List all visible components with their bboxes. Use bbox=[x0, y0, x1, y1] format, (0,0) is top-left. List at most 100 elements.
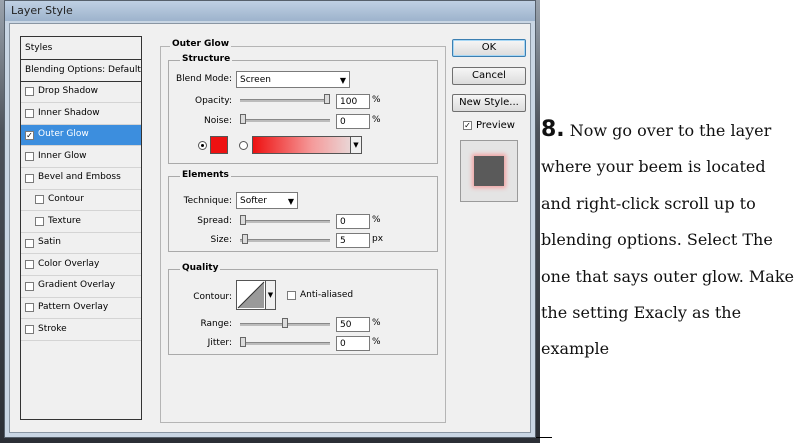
anti-aliased-checkbox[interactable] bbox=[287, 291, 296, 300]
cancel-button[interactable]: Cancel bbox=[452, 67, 526, 85]
range-input[interactable]: 50 bbox=[336, 317, 370, 332]
step-text: Now go over to the layer where your beem… bbox=[541, 121, 794, 359]
jitter-label: Jitter: bbox=[207, 338, 232, 348]
color-radio[interactable] bbox=[198, 141, 207, 150]
style-item-checkbox[interactable] bbox=[25, 173, 34, 183]
instruction-caption: 8. Now go over to the layer where your b… bbox=[541, 112, 799, 368]
spread-input[interactable]: 0 bbox=[336, 214, 370, 229]
style-item[interactable]: Blending Options: Default bbox=[21, 60, 141, 82]
styles-list: Styles Blending Options: Default Drop Sha… bbox=[20, 36, 142, 420]
style-item[interactable]: Stroke bbox=[21, 319, 141, 341]
style-item[interactable]: Inner Shadow bbox=[21, 103, 141, 125]
gradient-picker[interactable]: ▼ bbox=[252, 136, 362, 154]
divider-line bbox=[536, 437, 552, 438]
outer-glow-title: Outer Glow bbox=[170, 39, 232, 49]
opacity-input[interactable]: 100 bbox=[336, 94, 370, 109]
jitter-unit: % bbox=[372, 337, 381, 347]
preview-label: Preview bbox=[476, 120, 515, 131]
dialog-body: Styles Blending Options: Default Drop Sha… bbox=[9, 23, 531, 433]
jitter-input[interactable]: 0 bbox=[336, 336, 370, 351]
layer-style-dialog: Layer Style Styles Blending Options: Def… bbox=[4, 0, 536, 438]
dialog-title: Layer Style bbox=[5, 1, 535, 21]
noise-slider[interactable] bbox=[240, 114, 330, 124]
style-item[interactable]: Contour bbox=[21, 190, 141, 212]
noise-unit: % bbox=[372, 115, 381, 125]
size-slider[interactable] bbox=[240, 234, 330, 244]
style-item-checkbox[interactable] bbox=[25, 238, 34, 248]
range-unit: % bbox=[372, 318, 381, 328]
spread-label: Spread: bbox=[197, 216, 232, 226]
style-item[interactable]: Gradient Overlay bbox=[21, 276, 141, 298]
opacity-unit: % bbox=[372, 95, 381, 105]
anti-aliased-label: Anti-aliased bbox=[300, 290, 354, 300]
size-input[interactable]: 5 bbox=[336, 233, 370, 248]
chevron-down-icon: ▼ bbox=[287, 197, 294, 206]
style-item[interactable]: Color Overlay bbox=[21, 254, 141, 276]
style-item-checkbox[interactable] bbox=[25, 324, 34, 334]
quality-title: Quality bbox=[180, 263, 221, 273]
jitter-slider[interactable] bbox=[240, 337, 330, 347]
style-item-label: Bevel and Emboss bbox=[38, 172, 121, 183]
style-item-label: Stroke bbox=[38, 323, 67, 334]
range-slider[interactable] bbox=[240, 318, 330, 328]
style-item[interactable]: Bevel and Emboss bbox=[21, 168, 141, 190]
style-item-checkbox[interactable]: ✓ bbox=[25, 130, 34, 140]
style-item-checkbox[interactable] bbox=[25, 281, 34, 291]
style-item-checkbox[interactable] bbox=[25, 260, 34, 270]
range-slider-thumb[interactable] bbox=[282, 318, 288, 328]
style-item[interactable]: Texture bbox=[21, 211, 141, 233]
ok-button[interactable]: OK bbox=[452, 39, 526, 57]
style-item-checkbox[interactable] bbox=[25, 87, 34, 97]
noise-input[interactable]: 0 bbox=[336, 114, 370, 129]
style-item[interactable]: Inner Glow bbox=[21, 146, 141, 168]
blend-mode-select[interactable]: Screen ▼ bbox=[236, 71, 350, 88]
styles-header[interactable]: Styles bbox=[21, 37, 141, 60]
style-item-label: Color Overlay bbox=[38, 258, 100, 269]
size-slider-thumb[interactable] bbox=[242, 234, 248, 244]
new-style-button[interactable]: New Style... bbox=[452, 94, 526, 112]
size-unit: px bbox=[372, 234, 384, 244]
chevron-down-icon: ▼ bbox=[265, 281, 275, 309]
style-item-checkbox[interactable] bbox=[35, 216, 44, 226]
style-item-label: Inner Shadow bbox=[38, 107, 100, 118]
jitter-slider-thumb[interactable] bbox=[240, 337, 246, 347]
contour-label: Contour: bbox=[193, 292, 232, 302]
style-item-label: Gradient Overlay bbox=[38, 280, 116, 291]
style-item-label: Contour bbox=[48, 194, 84, 205]
spread-slider-thumb[interactable] bbox=[240, 215, 246, 225]
style-item-label: Satin bbox=[38, 237, 61, 248]
contour-picker[interactable]: ▼ bbox=[236, 280, 276, 310]
size-label: Size: bbox=[210, 235, 232, 245]
step-number: 8. bbox=[541, 117, 565, 142]
blend-mode-value: Screen bbox=[240, 75, 271, 85]
blend-mode-label: Blend Mode: bbox=[175, 74, 232, 84]
preview-checkbox[interactable]: ✓ bbox=[463, 121, 472, 130]
contour-preview-icon bbox=[237, 281, 265, 309]
spread-unit: % bbox=[372, 215, 381, 225]
style-item-checkbox[interactable] bbox=[25, 303, 34, 313]
style-item-checkbox[interactable] bbox=[35, 195, 44, 205]
technique-label: Technique: bbox=[183, 196, 232, 206]
style-item-label: Inner Glow bbox=[38, 150, 87, 161]
style-item-checkbox[interactable] bbox=[25, 152, 34, 162]
preview-swatch bbox=[474, 156, 504, 186]
opacity-slider[interactable] bbox=[240, 94, 330, 104]
style-item-label: Texture bbox=[48, 215, 81, 226]
opacity-label: Opacity: bbox=[195, 96, 232, 106]
style-item-checkbox[interactable] bbox=[25, 108, 34, 118]
style-item-label: Pattern Overlay bbox=[38, 302, 109, 313]
range-label: Range: bbox=[200, 319, 232, 329]
technique-select[interactable]: Softer ▼ bbox=[236, 192, 298, 209]
elements-title: Elements bbox=[180, 170, 231, 180]
noise-slider-thumb[interactable] bbox=[240, 114, 246, 124]
technique-value: Softer bbox=[240, 196, 267, 206]
spread-slider[interactable] bbox=[240, 215, 330, 225]
glow-color-swatch[interactable] bbox=[210, 136, 228, 154]
style-item[interactable]: Satin bbox=[21, 233, 141, 255]
gradient-radio[interactable] bbox=[239, 141, 248, 150]
style-item-label: Blending Options: Default bbox=[25, 64, 141, 75]
opacity-slider-thumb[interactable] bbox=[324, 94, 330, 104]
style-item[interactable]: Pattern Overlay bbox=[21, 298, 141, 320]
style-item[interactable]: ✓ Outer Glow bbox=[21, 124, 141, 147]
style-item[interactable]: Drop Shadow bbox=[21, 82, 141, 104]
